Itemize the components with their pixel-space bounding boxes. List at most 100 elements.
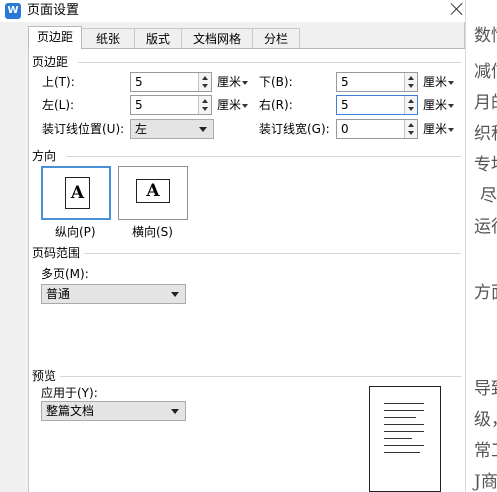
multiple-pages-select[interactable]: 普通 — [41, 284, 186, 304]
top-margin-label: 上(T): — [42, 75, 75, 89]
bg-text-line: 月的 — [474, 93, 497, 113]
unit-label: 厘米 — [217, 98, 242, 112]
tab-columns[interactable]: 分栏 — [252, 28, 300, 48]
dropdown-arrow-icon — [242, 103, 249, 108]
section-title-page-range: 页码范围 — [32, 246, 81, 260]
preview-text-line — [384, 445, 424, 446]
bg-text-line: 运行 — [474, 217, 497, 237]
apply-to-label: 应用于(Y): — [41, 386, 98, 400]
landscape-page-icon: A — [136, 179, 170, 203]
dropdown-arrow-icon — [448, 103, 455, 108]
preview-text-line — [384, 452, 420, 453]
gutter-position-select[interactable]: 左 — [130, 119, 214, 139]
spin-down-icon[interactable] — [202, 107, 208, 111]
spin-down-icon[interactable] — [408, 131, 414, 135]
bg-text-line: 导致 — [474, 379, 497, 399]
top-margin-value: 5 — [135, 75, 143, 89]
gutter-width-value: 0 — [341, 122, 349, 136]
spin-buttons[interactable] — [404, 120, 417, 138]
portrait-glyph: A — [70, 183, 85, 203]
portrait-page-icon: A — [65, 177, 90, 209]
left-margin-unit-dropdown[interactable]: 厘米 — [217, 97, 249, 113]
bg-text-line: 常工 — [474, 441, 497, 461]
bg-text-line: 专地 — [474, 155, 497, 175]
bg-text-line: 级， — [474, 410, 497, 430]
section-title-orientation: 方向 — [32, 149, 57, 163]
title-bar: W 页面设置 — [0, 0, 465, 22]
tab-margins[interactable]: 页边距 — [28, 26, 82, 49]
right-margin-label: 右(R): — [259, 98, 293, 112]
app-icon: W — [5, 3, 21, 19]
bg-text-line: 数情 — [474, 26, 497, 46]
preview-text-line — [384, 431, 424, 432]
spin-buttons[interactable] — [404, 73, 417, 91]
close-icon[interactable] — [448, 1, 465, 18]
right-margin-value: 5 — [341, 98, 349, 112]
section-title-preview: 预览 — [32, 369, 57, 383]
divider — [66, 156, 461, 157]
bg-text-line: 减信 — [474, 62, 497, 82]
preview-text-line — [384, 438, 412, 439]
tab-layout[interactable]: 版式 — [134, 28, 182, 48]
left-margin-label: 左(L): — [42, 98, 75, 112]
spin-up-icon[interactable] — [202, 76, 208, 80]
gutter-position-value: 左 — [135, 122, 148, 136]
background-document: 数情 减信 月的 织积 专地 尽 运行 方面 导致 级， 常工 J商 — [465, 0, 497, 492]
dropdown-arrow-icon — [448, 127, 455, 132]
gutter-width-label: 装订线宽(G): — [259, 122, 330, 136]
spin-up-icon[interactable] — [408, 99, 414, 103]
gutter-position-label: 装订线位置(U): — [42, 122, 125, 136]
spin-buttons[interactable] — [198, 73, 211, 91]
apply-to-select[interactable]: 整篇文档 — [41, 401, 186, 421]
spin-down-icon[interactable] — [408, 84, 414, 88]
page-setup-dialog: W 页面设置 页边距 纸张 版式 文档网格 分栏 页边距 上(T): 5 厘米 … — [0, 0, 465, 492]
right-margin-stepper[interactable]: 5 — [336, 95, 418, 115]
dropdown-arrow-icon — [199, 127, 207, 132]
gutter-unit-dropdown[interactable]: 厘米 — [423, 121, 455, 137]
preview-text-line — [384, 410, 424, 411]
unit-label: 厘米 — [423, 122, 448, 136]
gutter-width-stepper[interactable]: 0 — [336, 119, 418, 139]
landscape-glyph: A — [146, 181, 160, 201]
tab-document-grid[interactable]: 文档网格 — [181, 28, 253, 48]
preview-text-line — [384, 424, 424, 425]
landscape-option[interactable]: A — [118, 166, 188, 220]
bottom-margin-label: 下(B): — [259, 75, 293, 89]
bg-text-line: 织积 — [474, 124, 497, 144]
bottom-margin-value: 5 — [341, 75, 349, 89]
bottom-margin-unit-dropdown[interactable]: 厘米 — [423, 74, 455, 90]
right-margin-unit-dropdown[interactable]: 厘米 — [423, 97, 455, 113]
dropdown-arrow-icon — [171, 292, 179, 297]
unit-label: 厘米 — [423, 75, 448, 89]
apply-to-value: 整篇文档 — [46, 404, 95, 418]
page-preview-icon — [369, 386, 441, 492]
top-margin-unit-dropdown[interactable]: 厘米 — [217, 74, 249, 90]
spin-buttons[interactable] — [404, 96, 417, 114]
spin-buttons[interactable] — [198, 96, 211, 114]
top-margin-stepper[interactable]: 5 — [130, 72, 212, 92]
bottom-margin-stepper[interactable]: 5 — [336, 72, 418, 92]
spin-up-icon[interactable] — [202, 99, 208, 103]
spin-down-icon[interactable] — [408, 107, 414, 111]
preview-text-line — [384, 417, 416, 418]
spin-up-icon[interactable] — [408, 123, 414, 127]
bg-text-line: 方面 — [474, 283, 497, 303]
bg-text-line: 尽 — [480, 186, 497, 206]
spin-down-icon[interactable] — [202, 84, 208, 88]
multiple-pages-value: 普通 — [46, 287, 71, 301]
multiple-pages-label: 多页(M): — [41, 267, 89, 281]
dropdown-arrow-icon — [448, 80, 455, 85]
portrait-option[interactable]: A — [41, 166, 111, 220]
spin-up-icon[interactable] — [408, 76, 414, 80]
tab-paper[interactable]: 纸张 — [81, 28, 135, 48]
left-margin-stepper[interactable]: 5 — [130, 95, 212, 115]
portrait-label: 纵向(P) — [55, 225, 96, 239]
unit-label: 厘米 — [217, 75, 242, 89]
dropdown-arrow-icon — [171, 409, 179, 414]
preview-text-line — [384, 403, 424, 404]
divider — [78, 62, 461, 63]
divider — [60, 376, 461, 377]
left-margin-value: 5 — [135, 98, 143, 112]
dropdown-arrow-icon — [242, 80, 249, 85]
landscape-label: 横向(S) — [132, 225, 173, 239]
